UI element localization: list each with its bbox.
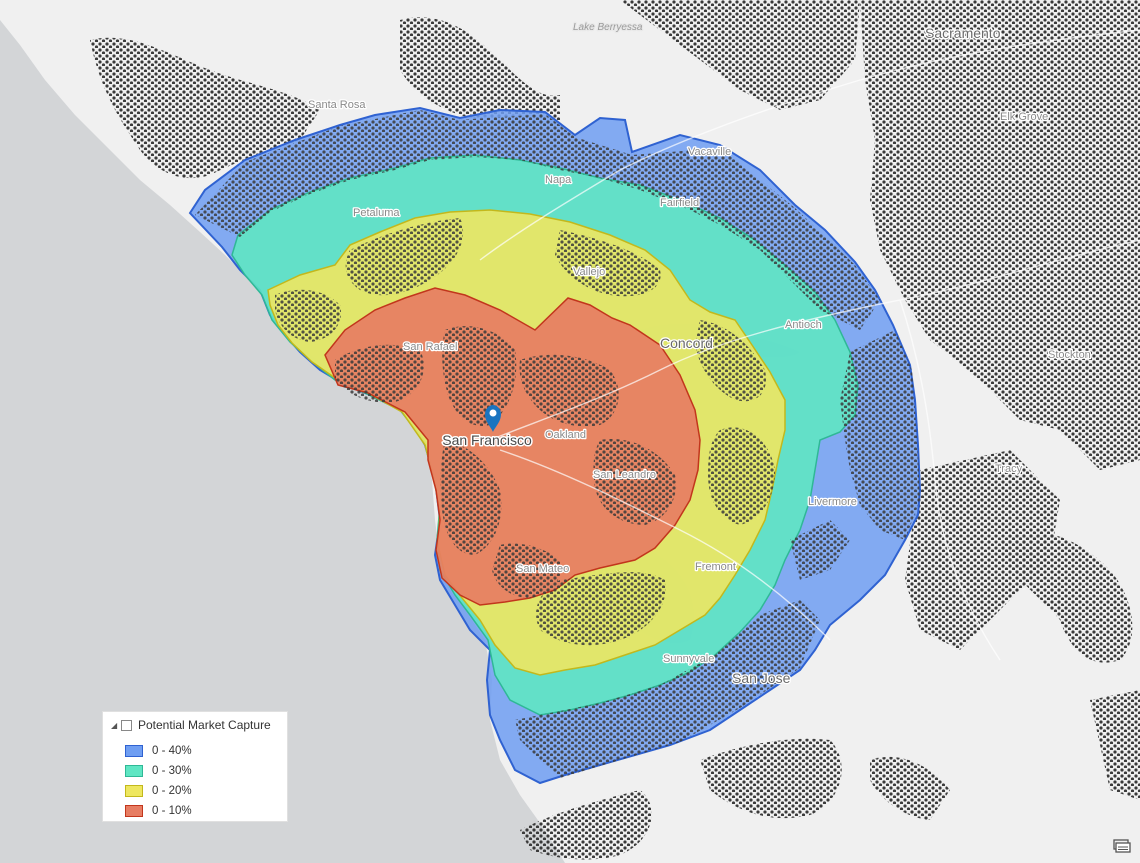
label-lake-berryessa: Lake Berryessa xyxy=(573,22,643,33)
label-oakland: Oakland xyxy=(545,429,586,441)
label-livermore: Livermore xyxy=(808,496,857,508)
legend-items: 0 - 40% 0 - 30% 0 - 20% 0 - 10% xyxy=(125,741,192,821)
legend-swatch xyxy=(125,765,143,777)
label-san-rafael: San Rafael xyxy=(403,341,457,353)
label-san-jose: San Jose xyxy=(732,670,791,686)
legend-label: 0 - 20% xyxy=(152,785,192,797)
layer-visibility-checkbox[interactable] xyxy=(121,720,132,731)
label-san-leandro: San Leandro xyxy=(593,469,656,481)
label-fairfield: Fairfield xyxy=(660,197,699,209)
label-vacaville: Vacaville xyxy=(688,146,731,158)
legend-swatch xyxy=(125,805,143,817)
legend-item: 0 - 20% xyxy=(125,781,192,801)
legend-label: 0 - 40% xyxy=(152,745,192,757)
label-sunnyvale: Sunnyvale xyxy=(663,653,714,665)
label-sacramento: Sacramento xyxy=(925,25,1001,41)
layers-icon xyxy=(1113,838,1131,854)
label-petaluma: Petaluma xyxy=(353,207,400,219)
legend-swatch xyxy=(125,785,143,797)
label-tracy: Tracy xyxy=(995,463,1023,475)
legend-label: 0 - 10% xyxy=(152,805,192,817)
label-concord: Concord xyxy=(660,335,713,351)
legend-item: 0 - 10% xyxy=(125,801,192,821)
legend-panel: ◢ Potential Market Capture 0 - 40% 0 - 3… xyxy=(102,711,288,822)
legend-item: 0 - 40% xyxy=(125,741,192,761)
label-santa-rosa: Santa Rosa xyxy=(308,99,366,111)
label-elk-grove: Elk Grove xyxy=(1000,111,1048,123)
label-napa: Napa xyxy=(545,174,572,186)
legend-item: 0 - 30% xyxy=(125,761,192,781)
legend-swatch xyxy=(125,745,143,757)
label-vallejo: Vallejo xyxy=(573,266,605,278)
label-san-mateo: San Mateo xyxy=(516,563,569,575)
basemap-gallery-button[interactable] xyxy=(1112,836,1132,856)
legend-title: Potential Market Capture xyxy=(138,718,271,732)
legend-label: 0 - 30% xyxy=(152,765,192,777)
legend-header: ◢ Potential Market Capture xyxy=(111,717,271,733)
label-fremont: Fremont xyxy=(695,561,736,573)
label-san-francisco: San Francisco xyxy=(442,432,532,448)
label-antioch: Antioch xyxy=(785,319,822,331)
label-stockton: Stockton xyxy=(1048,349,1091,361)
collapse-caret-icon[interactable]: ◢ xyxy=(111,721,121,730)
